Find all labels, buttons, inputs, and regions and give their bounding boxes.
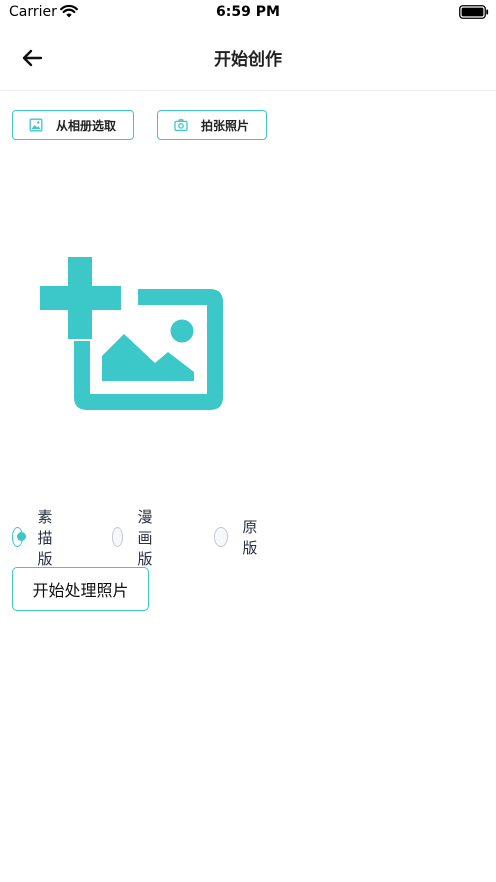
add-photo-placeholder[interactable] [38, 254, 228, 414]
camera-icon [174, 119, 188, 132]
radio-button-checked[interactable] [12, 527, 27, 547]
page-title: 开始创作 [214, 50, 282, 70]
battery-icon [459, 5, 489, 19]
radio-label-original: 原版 [242, 518, 258, 557]
add-photo-icon [40, 257, 223, 410]
take-photo-button[interactable]: 拍张照片 [157, 110, 267, 140]
take-photo-label: 拍张照片 [201, 118, 250, 133]
radio-option-comic[interactable]: 漫画版 [112, 508, 161, 568]
radio-option-sketch[interactable]: 素描版 [12, 508, 61, 568]
clock: 6:59 PM [216, 4, 280, 20]
status-bar: Carrier 6:59 PM [0, 0, 496, 26]
radio-button[interactable] [214, 527, 229, 547]
choose-from-album-button[interactable]: 从相册选取 [12, 110, 134, 140]
radio-label-comic: 漫画版 [137, 507, 153, 568]
radio-button[interactable] [112, 527, 124, 547]
image-icon [29, 118, 43, 132]
start-processing-button[interactable]: 开始处理照片 [12, 567, 149, 611]
radio-label-sketch: 素描版 [37, 507, 53, 568]
screen: Carrier 6:59 PM 开始创作 从相册选取 拍张照片 素描版 漫画版 … [0, 0, 496, 882]
radio-option-original[interactable]: 原版 [214, 518, 263, 557]
choose-from-album-label: 从相册选取 [56, 118, 117, 133]
nav-bar: 开始创作 [0, 26, 496, 91]
